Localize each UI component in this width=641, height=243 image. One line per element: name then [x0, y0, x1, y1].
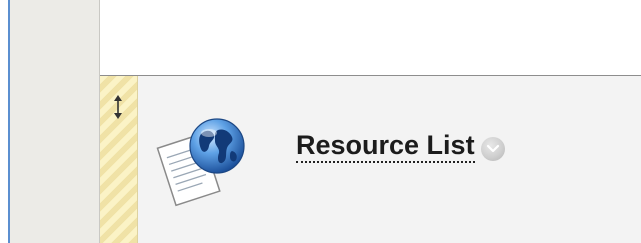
- drag-strip: [100, 76, 138, 243]
- globe-document-icon: [154, 108, 254, 208]
- top-panel: [100, 0, 641, 76]
- content-item-row: Resource List: [100, 76, 641, 243]
- left-rail: [10, 0, 100, 243]
- resource-list-title-link[interactable]: Resource List: [296, 130, 475, 163]
- chevron-down-icon[interactable]: [480, 136, 505, 161]
- item-title-row: Resource List: [296, 130, 505, 163]
- vertical-drag-arrows-icon[interactable]: [110, 94, 126, 120]
